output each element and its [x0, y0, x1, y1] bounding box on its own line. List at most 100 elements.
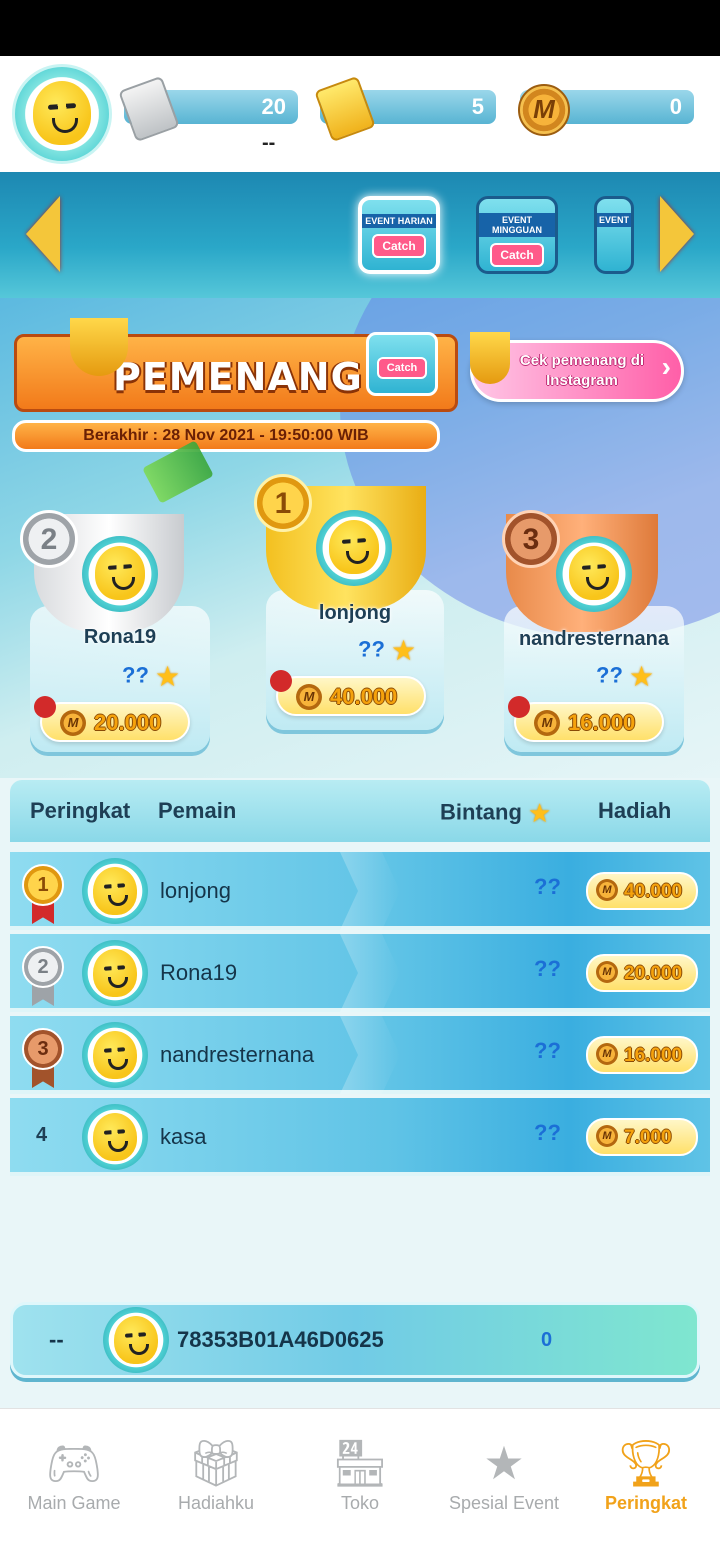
bronze-medal-icon: 3 [22, 1028, 64, 1070]
store-icon: 🏪︎ [330, 1436, 390, 1489]
table-row[interactable]: 1 lonjong ?? M 40.000 [10, 852, 710, 930]
nav-toko[interactable]: 🏪︎ Toko [288, 1409, 432, 1544]
avatar-face-icon [93, 949, 137, 997]
prize-value: 20.000 [624, 963, 683, 984]
gift-icon: 🎁︎ [186, 1436, 246, 1489]
avatar [82, 940, 148, 1006]
instagram-button-label: Cek pemenang di Instagram [519, 352, 645, 389]
star-icon: ★ [391, 635, 417, 666]
player-name: nandresternana [160, 1042, 315, 1067]
nav-label: Spesial Event [448, 1493, 560, 1513]
event-box-icon: ★ [483, 1437, 525, 1489]
coin-icon: M [596, 961, 618, 983]
nav-spesial-event[interactable]: ★ Spesial Event [432, 1409, 576, 1544]
my-rank-bar: -- 78353B01A46D0625 0 [10, 1302, 700, 1378]
star-icon: ★ [155, 661, 181, 692]
nav-peringkat[interactable]: 🏆︎ Peringkat [574, 1409, 718, 1544]
podium-third-stars: ?? ★ [596, 660, 654, 693]
avatar-face-icon [93, 1031, 137, 1079]
podium-second-prize: M 20.000 [34, 696, 190, 742]
nav-label: Peringkat [604, 1493, 688, 1513]
prize-badge: M 16.000 [586, 1036, 698, 1074]
event-tab-label: EVENT HARIAN [362, 214, 436, 228]
trophy-icon: 🏆︎ [616, 1436, 676, 1489]
star-count: ?? [534, 1038, 561, 1063]
silver-medal-icon: 2 [20, 510, 78, 568]
gold-medal-icon: 1 [254, 474, 312, 532]
podium-first-stars: ?? ★ [358, 634, 416, 667]
coin-icon: M [596, 1043, 618, 1065]
star-count: ?? [596, 662, 623, 688]
trophy-icon [470, 332, 510, 384]
podium-second-name: Rona19 [83, 626, 157, 648]
avatar [82, 1104, 148, 1170]
silver-ticket-icon [118, 75, 180, 143]
coin-icon: M [518, 84, 570, 136]
nav-hadiahku[interactable]: 🎁︎ Hadiahku [144, 1409, 288, 1544]
avatar [556, 536, 632, 612]
avatar [82, 1022, 148, 1088]
event-tab-label: EVENT [597, 213, 631, 227]
chevron-right-icon: › [661, 351, 671, 382]
my-player-id: 78353B01A46D0625 [177, 1327, 384, 1352]
event-tab-partial[interactable]: EVENT [594, 196, 634, 274]
nav-label: Hadiahku [177, 1493, 255, 1513]
leaderboard-header: Peringkat Pemain Bintang ★ Hadiah [10, 780, 710, 842]
avatar-face-icon [114, 1316, 158, 1364]
star-icon: ★ [528, 798, 552, 828]
event-tab-harian[interactable]: EVENT HARIAN Catch [358, 196, 440, 274]
avatar-face-icon [33, 81, 91, 145]
header-prize: Hadiah [598, 798, 672, 823]
deadline-label: Berakhir : 28 Nov 2021 - 19:50:00 WIB [12, 420, 440, 452]
star-count: ?? [122, 662, 149, 688]
prize-badge: M 40.000 [586, 872, 698, 910]
bronze-medal-icon: 3 [502, 510, 560, 568]
nav-main-game[interactable]: 🎮︎ Main Game [2, 1409, 146, 1544]
avatar-face-icon [93, 1113, 137, 1161]
next-arrow-icon[interactable] [660, 196, 694, 272]
coin-icon: M [60, 710, 86, 736]
ticket-sub-label: -- [262, 132, 276, 154]
avatar [82, 858, 148, 924]
gold-ticket-icon [314, 75, 376, 143]
winners-title: PEMENANG [113, 355, 363, 399]
coin-icon: M [534, 710, 560, 736]
table-row[interactable]: 3 nandresternana ?? M 16.000 [10, 1016, 710, 1094]
prize-value: 20.000 [94, 710, 162, 735]
prize-value: 7.000 [624, 1127, 672, 1148]
nav-label: Toko [340, 1493, 380, 1513]
header-player: Pemain [158, 798, 237, 823]
row-chevron-decoration [340, 934, 400, 1012]
status-bar [0, 0, 720, 56]
podium-third-name: nandresternana [518, 628, 670, 650]
star-count: ?? [358, 636, 385, 662]
my-star-count: 0 [541, 1329, 553, 1351]
prize-badge: M 7.000 [586, 1118, 698, 1156]
nav-label: Main Game [27, 1493, 121, 1513]
ribbon-icon [508, 696, 530, 718]
prize-badge: M 20.000 [586, 954, 698, 992]
rank-number: 4 [36, 1124, 48, 1146]
player-name: lonjong [160, 878, 231, 903]
top-header: 20 5 0 M -- [0, 56, 720, 172]
profile-avatar[interactable] [12, 64, 112, 164]
prev-arrow-icon[interactable] [26, 196, 60, 272]
ribbon-icon [270, 670, 292, 692]
event-tab-mingguan[interactable]: EVENT MINGGUAN Catch [476, 196, 558, 274]
header-stars: Bintang ★ [440, 798, 551, 829]
event-tab-catch: Catch [372, 234, 426, 258]
star-count: ?? [534, 1120, 561, 1145]
table-row[interactable]: 4 kasa ?? M 7.000 [10, 1098, 710, 1176]
avatar-face-icon [569, 546, 619, 600]
podium-second-stars: ?? ★ [122, 660, 180, 693]
star-count: ?? [534, 956, 561, 981]
event-tab-catch: Catch [490, 243, 544, 267]
row-chevron-decoration [340, 1016, 400, 1094]
table-row[interactable]: 2 Rona19 ?? M 20.000 [10, 934, 710, 1012]
header-rank: Peringkat [30, 798, 131, 823]
header-stars-label: Bintang [440, 799, 522, 825]
gold-medal-icon: 1 [22, 864, 64, 906]
podium-third-prize: M 16.000 [508, 696, 664, 742]
event-badge-catch: Catch [376, 357, 428, 379]
avatar [316, 510, 392, 586]
